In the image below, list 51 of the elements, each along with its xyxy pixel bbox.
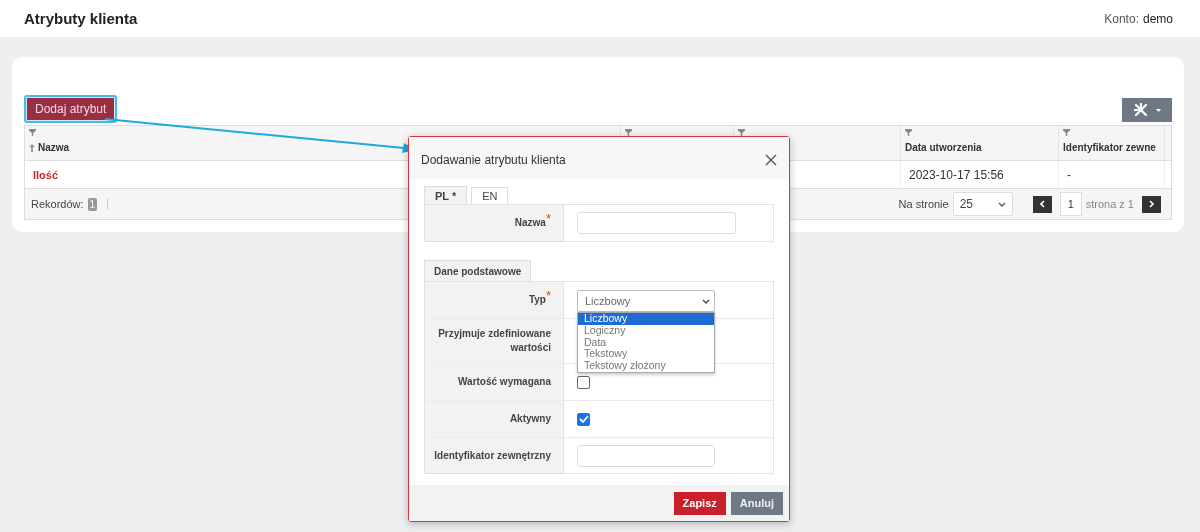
field-label: Typ bbox=[528, 293, 546, 307]
attribute-link[interactable]: Ilość bbox=[33, 168, 59, 181]
next-page-button[interactable] bbox=[1142, 195, 1161, 213]
page-title: Atrybuty klienta bbox=[24, 10, 138, 27]
chevron-down-icon bbox=[702, 298, 710, 304]
account-name: demo bbox=[1142, 11, 1173, 26]
tools-icon bbox=[1133, 103, 1148, 117]
type-select[interactable]: Liczbowy bbox=[577, 290, 715, 312]
table-cell: 2023-10-17 15:56 bbox=[909, 167, 1004, 182]
cancel-button[interactable]: Anuluj bbox=[730, 491, 783, 515]
field-label: Nazwa bbox=[514, 216, 546, 230]
column-header[interactable]: Identyfikator zewne bbox=[1063, 142, 1156, 153]
page-number-field[interactable]: 1 bbox=[1059, 192, 1082, 216]
column-header[interactable]: Data utworzenia bbox=[905, 142, 982, 153]
dropdown-option[interactable]: Liczbowy bbox=[578, 313, 714, 325]
add-attribute-button[interactable]: Dodaj atrybut bbox=[27, 98, 115, 120]
field-label: Przyjmuje zdefiniowane wartości bbox=[437, 327, 551, 355]
records-count: 1 bbox=[87, 197, 98, 211]
close-button[interactable] bbox=[765, 154, 777, 166]
dropdown-option[interactable]: Logiczny bbox=[578, 324, 714, 337]
account-label: Konto: bbox=[1104, 11, 1139, 26]
per-page-select[interactable]: 25 bbox=[952, 192, 1013, 216]
caret-icon bbox=[1155, 108, 1161, 112]
language-tab[interactable]: PL * bbox=[424, 186, 468, 204]
records-label: Rekordów: bbox=[31, 198, 84, 210]
dropdown-option[interactable]: Tekstowy złożony bbox=[578, 360, 714, 372]
page-count-label: strona z 1 bbox=[1085, 198, 1134, 210]
text-input[interactable] bbox=[577, 444, 715, 467]
chevron-right-icon bbox=[1149, 200, 1154, 208]
checkbox[interactable] bbox=[577, 412, 590, 426]
field-label: Identyfikator zewnętrzny bbox=[434, 448, 551, 463]
language-tab[interactable]: EN bbox=[471, 187, 509, 204]
dropdown-option[interactable]: Tekstowy bbox=[578, 348, 714, 361]
per-page-label: Na stronie bbox=[898, 198, 949, 210]
checkbox[interactable] bbox=[577, 375, 590, 389]
name-input[interactable] bbox=[577, 212, 736, 234]
required-mark: * bbox=[545, 291, 551, 301]
chevron-down-icon bbox=[997, 201, 1006, 207]
required-mark: * bbox=[545, 214, 551, 224]
save-button[interactable]: Zapisz bbox=[673, 491, 726, 515]
tools-menu-button[interactable] bbox=[1122, 98, 1172, 122]
previous-page-button[interactable] bbox=[1032, 195, 1052, 213]
section-tab[interactable]: Dane podstawowe bbox=[424, 260, 532, 281]
field-label: Wartość wymagana bbox=[458, 375, 551, 389]
table-cell: - bbox=[1067, 167, 1071, 182]
dialog-title: Dodawanie atrybutu klienta bbox=[421, 153, 566, 167]
column-header[interactable]: Nazwa bbox=[38, 142, 70, 153]
dropdown-option[interactable]: Data bbox=[578, 336, 714, 349]
chevron-left-icon bbox=[1039, 200, 1045, 208]
close-icon bbox=[765, 154, 777, 166]
field-label: Aktywny bbox=[509, 412, 551, 426]
